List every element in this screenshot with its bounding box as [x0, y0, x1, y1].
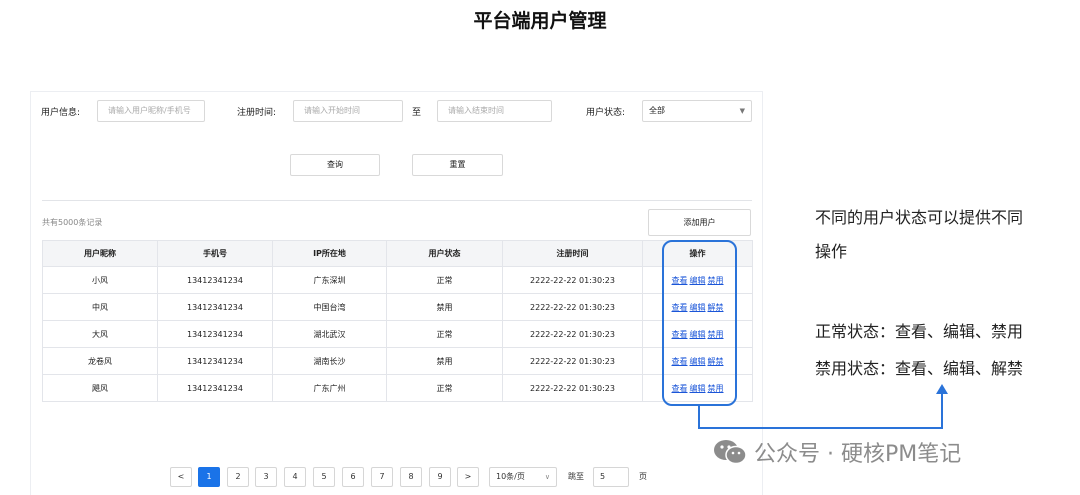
- to-label: 至: [412, 108, 422, 118]
- page-2-button[interactable]: 2: [227, 467, 249, 487]
- status-select[interactable]: 全部 ▼: [642, 100, 752, 122]
- page-size-value: 10条/页: [496, 472, 525, 481]
- cell-ip: 湖南长沙: [272, 347, 387, 375]
- page-6-button[interactable]: 6: [342, 467, 364, 487]
- page-3-button[interactable]: 3: [255, 467, 277, 487]
- watermark-text: 公众号 · 硬核PM笔记: [754, 442, 962, 467]
- annotation-line-2: 操作: [815, 242, 848, 261]
- annotation-line-3: 正常状态：查看、编辑、禁用: [815, 322, 1024, 341]
- cell-reg-time: 2222-22-22 01:30:23: [502, 266, 643, 294]
- page-4-button[interactable]: 4: [284, 467, 306, 487]
- page-title: 平台端用户管理: [473, 10, 607, 32]
- divider: [42, 200, 752, 201]
- cell-phone: 13412341234: [157, 374, 273, 402]
- cell-reg-time: 2222-22-22 01:30:23: [502, 320, 643, 348]
- prev-page-button[interactable]: <: [170, 467, 192, 487]
- page-size-select[interactable]: 10条/页 ∨: [489, 467, 557, 487]
- page-8-button[interactable]: 8: [400, 467, 422, 487]
- header-phone: 手机号: [157, 240, 273, 267]
- table-header-row: 用户昵称 手机号 IP所在地 用户状态 注册时间 操作: [42, 240, 753, 267]
- cell-ip: 中国台湾: [272, 293, 387, 321]
- cell-status: 禁用: [386, 293, 503, 321]
- user-table: 用户昵称 手机号 IP所在地 用户状态 注册时间 操作 小风 134123412…: [42, 240, 753, 402]
- table-row: 中风 13412341234 中国台湾 禁用 2222-22-22 01:30:…: [42, 293, 753, 321]
- table-row: 大风 13412341234 湖北武汉 正常 2222-22-22 01:30:…: [42, 320, 753, 348]
- cell-status: 正常: [386, 374, 503, 402]
- page-5-button[interactable]: 5: [313, 467, 335, 487]
- cell-nickname: 小风: [42, 266, 158, 294]
- cell-status: 正常: [386, 320, 503, 348]
- start-time-input[interactable]: 请输入开始时间: [293, 100, 403, 122]
- header-nickname: 用户昵称: [42, 240, 158, 267]
- cell-reg-time: 2222-22-22 01:30:23: [502, 374, 643, 402]
- cell-reg-time: 2222-22-22 01:30:23: [502, 293, 643, 321]
- page-9-button[interactable]: 9: [429, 467, 451, 487]
- table-row: 飓风 13412341234 广东广州 正常 2222-22-22 01:30:…: [42, 374, 753, 402]
- chevron-down-icon: ∨: [544, 473, 550, 481]
- operations-highlight: [662, 240, 737, 406]
- page-1-button[interactable]: 1: [198, 467, 220, 487]
- annotation-line-4: 禁用状态：查看、编辑、解禁: [815, 359, 1024, 378]
- watermark: 公众号 · 硬核PM笔记: [712, 436, 961, 472]
- query-button[interactable]: 查询: [290, 154, 380, 176]
- cell-ip: 广东深圳: [272, 266, 387, 294]
- cell-reg-time: 2222-22-22 01:30:23: [502, 347, 643, 375]
- reg-time-label: 注册时间:: [237, 108, 277, 118]
- page-7-button[interactable]: 7: [371, 467, 393, 487]
- cell-status: 正常: [386, 266, 503, 294]
- table-row: 龙卷风 13412341234 湖南长沙 禁用 2222-22-22 01:30…: [42, 347, 753, 375]
- pagination: < 1 2 3 4 5 6 7 8 9 > 10条/页 ∨ 跳至 5 页: [31, 467, 764, 487]
- user-management-panel: 用户信息: 请输入用户昵称/手机号 注册时间: 请输入开始时间 至 请输入结束时…: [30, 91, 763, 495]
- cell-phone: 13412341234: [157, 320, 273, 348]
- cell-nickname: 龙卷风: [42, 347, 158, 375]
- cell-ip: 湖北武汉: [272, 320, 387, 348]
- status-select-value: 全部: [649, 106, 665, 115]
- header-ip-location: IP所在地: [272, 240, 387, 267]
- add-user-button[interactable]: 添加用户: [648, 209, 751, 236]
- header-status: 用户状态: [386, 240, 503, 267]
- annotation-line-1: 不同的用户状态可以提供不同: [815, 208, 1024, 227]
- cell-status: 禁用: [386, 347, 503, 375]
- jump-page-input[interactable]: 5: [593, 467, 629, 487]
- record-count: 共有5000条记录: [42, 218, 103, 227]
- next-page-button[interactable]: >: [457, 467, 479, 487]
- cell-ip: 广东广州: [272, 374, 387, 402]
- cell-nickname: 中风: [42, 293, 158, 321]
- page-unit-label: 页: [639, 472, 647, 481]
- reset-button[interactable]: 重置: [412, 154, 503, 176]
- cell-nickname: 大风: [42, 320, 158, 348]
- wechat-icon: [712, 438, 748, 472]
- jump-label: 跳至: [568, 472, 584, 481]
- user-info-label: 用户信息:: [41, 108, 81, 118]
- table-row: 小风 13412341234 广东深圳 正常 2222-22-22 01:30:…: [42, 266, 753, 294]
- cell-phone: 13412341234: [157, 266, 273, 294]
- cell-nickname: 飓风: [42, 374, 158, 402]
- header-reg-time: 注册时间: [502, 240, 643, 267]
- chevron-down-icon: ▼: [739, 107, 745, 115]
- user-info-input[interactable]: 请输入用户昵称/手机号: [97, 100, 205, 122]
- status-label: 用户状态:: [586, 108, 626, 118]
- end-time-input[interactable]: 请输入结束时间: [437, 100, 552, 122]
- cell-phone: 13412341234: [157, 347, 273, 375]
- cell-phone: 13412341234: [157, 293, 273, 321]
